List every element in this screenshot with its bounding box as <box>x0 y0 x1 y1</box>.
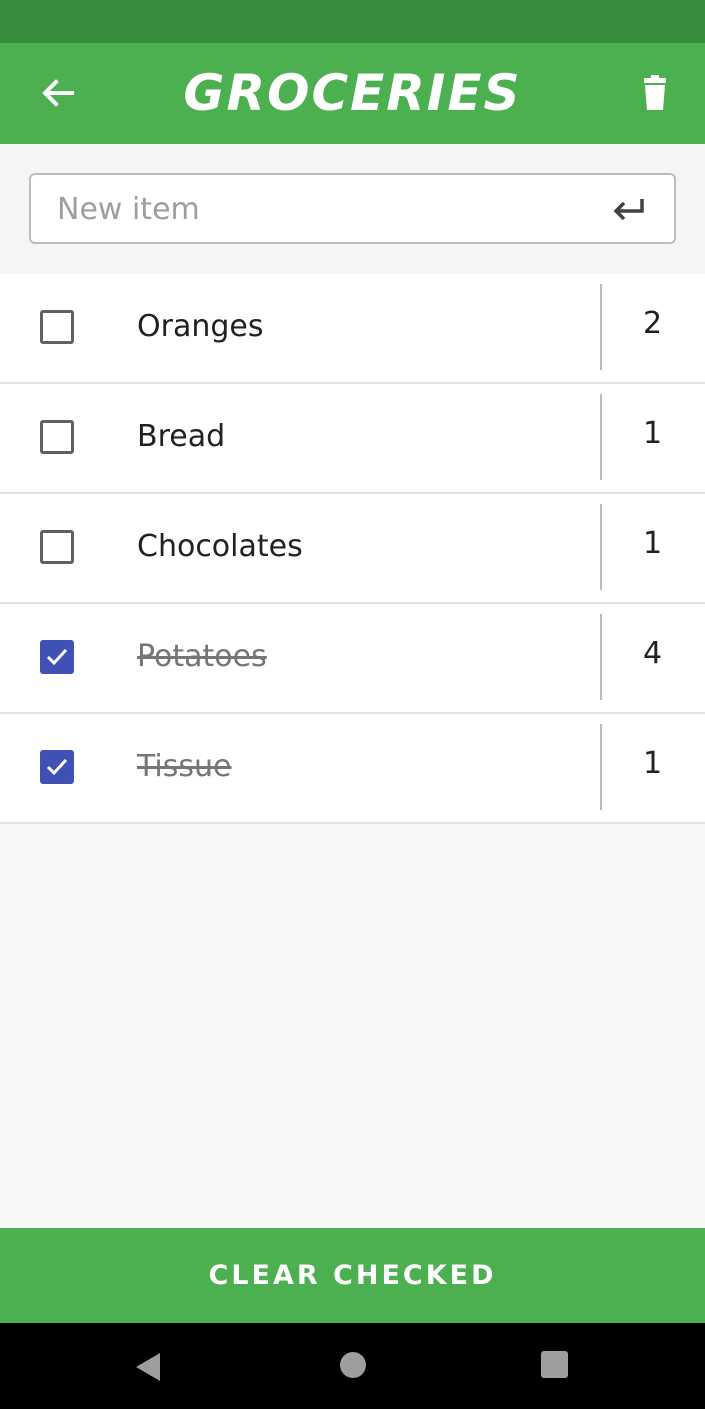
list-item: Chocolates 1 <box>0 494 705 604</box>
item-checkbox[interactable] <box>40 310 74 344</box>
divider <box>600 614 602 700</box>
list-item: Potatoes 4 <box>0 604 705 714</box>
app-bar: GROCERIES <box>0 43 705 144</box>
nav-home-icon[interactable] <box>339 1351 367 1379</box>
item-name[interactable]: Bread <box>137 417 225 457</box>
delete-list-button[interactable] <box>625 63 685 123</box>
new-item-area <box>0 144 705 274</box>
list-item: Bread 1 <box>0 384 705 494</box>
divider <box>600 394 602 480</box>
item-quantity[interactable]: 1 <box>604 744 701 784</box>
nav-back-icon[interactable] <box>132 1351 162 1383</box>
divider <box>600 724 602 810</box>
item-quantity[interactable]: 1 <box>604 524 701 564</box>
item-quantity[interactable]: 2 <box>604 304 701 344</box>
divider <box>600 504 602 590</box>
item-name[interactable]: Potatoes <box>137 637 267 677</box>
enter-return-icon <box>613 199 644 221</box>
item-name[interactable]: Tissue <box>137 747 231 787</box>
clear-checked-button[interactable]: CLEAR CHECKED <box>0 1228 705 1323</box>
trash-icon <box>644 75 666 110</box>
page-title: GROCERIES <box>183 64 522 122</box>
item-checkbox[interactable] <box>40 750 74 784</box>
new-item-field <box>29 173 676 244</box>
item-name[interactable]: Oranges <box>137 307 263 347</box>
item-quantity[interactable]: 1 <box>604 414 701 454</box>
add-item-button[interactable] <box>608 189 652 229</box>
system-nav-bar <box>0 1323 705 1409</box>
item-name[interactable]: Chocolates <box>137 527 303 567</box>
item-checkbox[interactable] <box>40 530 74 564</box>
grocery-list: Oranges 2 Bread 1 Chocolates 1 Potatoes … <box>0 274 705 824</box>
new-item-input[interactable] <box>57 187 597 231</box>
nav-recents-icon[interactable] <box>540 1351 569 1379</box>
checkmark-icon <box>46 648 68 666</box>
item-checkbox[interactable] <box>40 420 74 454</box>
checkmark-icon <box>46 758 68 776</box>
divider <box>600 284 602 370</box>
item-checkbox[interactable] <box>40 640 74 674</box>
list-item: Tissue 1 <box>0 714 705 824</box>
item-quantity[interactable]: 4 <box>604 634 701 674</box>
list-item: Oranges 2 <box>0 274 705 384</box>
status-bar <box>0 0 705 43</box>
